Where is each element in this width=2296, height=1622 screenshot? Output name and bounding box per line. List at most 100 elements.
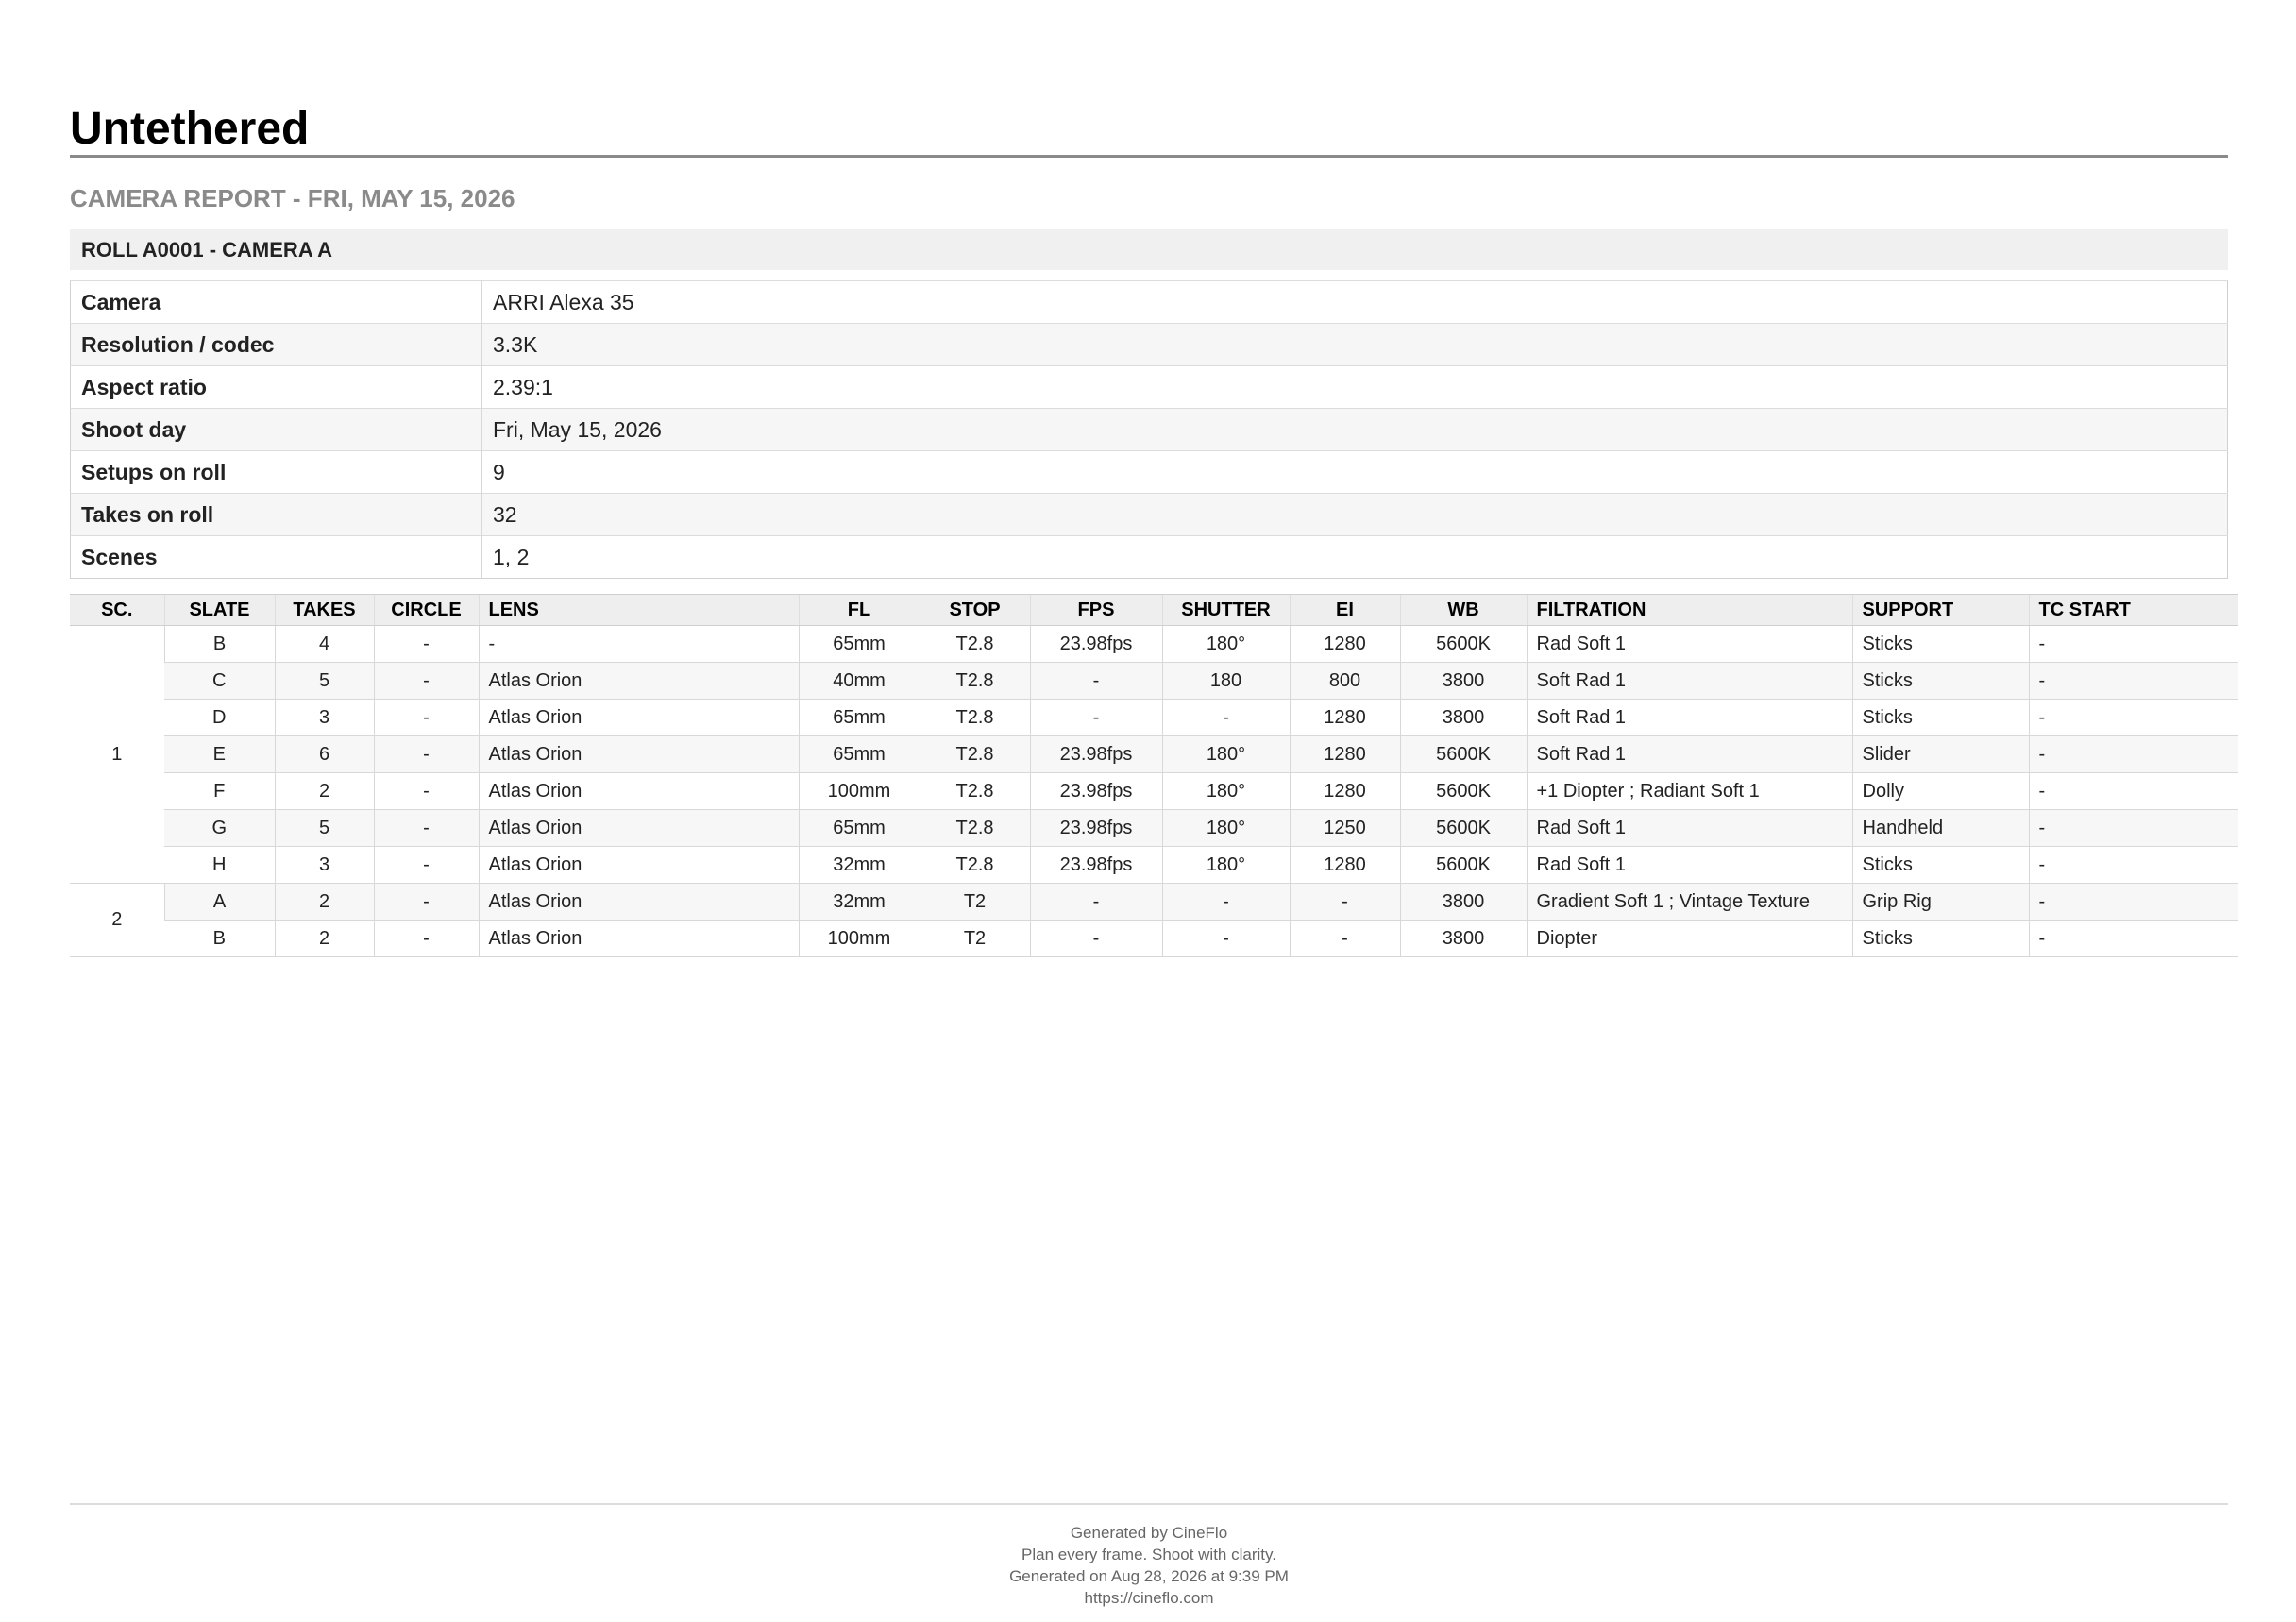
column-header: EI: [1289, 594, 1400, 626]
table-cell: Atlas Orion: [478, 920, 799, 957]
table-cell: 180°: [1161, 772, 1290, 810]
table-cell: 3800: [1399, 883, 1527, 921]
table-cell: -: [373, 662, 479, 700]
table-cell: 65mm: [798, 809, 920, 847]
info-label: Resolution / codec: [70, 323, 482, 366]
table-row: G 5- Atlas Orion 65mm T2.8 23.98fps 180° 1250 56…: [70, 809, 2238, 847]
table-cell: 180°: [1161, 735, 1290, 773]
table-cell: Atlas Orion: [478, 699, 799, 736]
table-cell: Rad Soft 1: [1526, 846, 1852, 884]
table-cell: 65mm: [798, 699, 920, 736]
table-cell: B: [164, 920, 275, 957]
table-cell: E: [164, 735, 275, 773]
table-cell: Soft Rad 1: [1526, 735, 1852, 773]
table-cell: -: [373, 846, 479, 884]
table-cell: 180°: [1161, 846, 1290, 884]
table-cell: T2: [919, 920, 1030, 957]
table-cell: -: [373, 772, 479, 810]
table-cell: 2: [274, 883, 374, 921]
report-title: CAMERA REPORT - FRI, MAY 15, 2026: [70, 184, 515, 212]
table-cell: Atlas Orion: [478, 662, 799, 700]
table-cell: 180°: [1161, 809, 1290, 847]
info-value: 2.39:1: [481, 365, 2228, 409]
table-cell: H: [164, 846, 275, 884]
table-cell: T2: [919, 883, 1030, 921]
info-value: 3.3K: [481, 323, 2228, 366]
table-row: 2 A 2- Atlas Orion 32mm T2- - -3800 Gradient Sof…: [70, 883, 2238, 957]
table-cell: 5600K: [1399, 735, 1527, 773]
table-cell: T2.8: [919, 772, 1030, 810]
table-cell: 1280: [1289, 846, 1400, 884]
info-row: Aspect ratio 2.39:1: [70, 365, 2228, 409]
table-cell: -: [1289, 883, 1400, 921]
table-cell: 5600K: [1399, 846, 1527, 884]
scene-number: 2: [70, 883, 164, 957]
table-cell: -: [1029, 699, 1162, 736]
footer-tagline: Plan every frame. Shoot with clarity.: [1021, 1546, 1276, 1563]
footer-url[interactable]: https://cineflo.com: [70, 1587, 2228, 1609]
table-cell: Slider: [1851, 735, 2029, 773]
column-header: SC.: [70, 594, 164, 626]
info-row: Resolution / codec 3.3K: [70, 323, 2228, 366]
column-header: FL: [798, 594, 920, 626]
table-cell: Sticks: [1851, 662, 2029, 700]
info-label: Setups on roll: [70, 450, 482, 494]
table-cell: T2.8: [919, 699, 1030, 736]
table-cell: F: [164, 772, 275, 810]
table-cell: -: [2028, 662, 2238, 700]
table-cell: -: [2028, 809, 2238, 847]
shot-log-table: SC. SLATE TAKES CIRCLE LENS FL STOP FPS SHUTTER E…: [70, 594, 2238, 957]
table-cell: -: [1029, 883, 1162, 921]
info-value: ARRI Alexa 35: [481, 280, 2228, 324]
info-label: Takes on roll: [70, 493, 482, 536]
info-value: Fri, May 15, 2026: [481, 408, 2228, 451]
table-cell: -: [1161, 920, 1290, 957]
table-cell: 5: [274, 809, 374, 847]
table-cell: -: [373, 699, 479, 736]
table-cell: -: [1289, 920, 1400, 957]
table-cell: -: [2028, 772, 2238, 810]
table-cell: 5600K: [1399, 625, 1527, 663]
table-cell: 5600K: [1399, 772, 1527, 810]
table-cell: 100mm: [798, 920, 920, 957]
info-value: 9: [481, 450, 2228, 494]
table-cell: -: [2028, 920, 2238, 957]
table-cell: +1 Diopter ; Radiant Soft 1: [1526, 772, 1852, 810]
table-cell: 32mm: [798, 883, 920, 921]
info-row: Takes on roll 32: [70, 493, 2228, 536]
table-cell: 23.98fps: [1029, 809, 1162, 847]
table-cell: 2: [274, 772, 374, 810]
footer-generated-by: Generated by CineFlo: [1070, 1524, 1228, 1542]
table-cell: 32mm: [798, 846, 920, 884]
table-cell: T2.8: [919, 809, 1030, 847]
table-cell: B: [163, 625, 275, 663]
table-cell: T2.8: [919, 625, 1030, 663]
table-cell: -: [1029, 662, 1162, 700]
camera-report-page: Untethered CAMERA REPORT - FRI, MAY 15, …: [70, 104, 2238, 957]
column-header: SLATE: [163, 594, 275, 626]
table-cell: Soft Rad 1: [1526, 662, 1852, 700]
info-label: Shoot day: [70, 408, 482, 451]
table-cell: -: [373, 883, 479, 921]
table-cell: -: [373, 735, 479, 773]
production-title: Untethered: [70, 104, 2228, 158]
table-cell: -: [2028, 699, 2238, 736]
table-cell: 23.98fps: [1029, 846, 1162, 884]
table-row: F 2- Atlas Orion 100mm T2.8 23.98fps 180° 1280 5…: [70, 772, 2238, 810]
table-cell: Atlas Orion: [478, 772, 799, 810]
table-cell: -: [1161, 883, 1290, 921]
table-cell: 3800: [1399, 662, 1527, 700]
table-cell: D: [164, 699, 275, 736]
info-row: Shoot day Fri, May 15, 2026: [70, 408, 2228, 451]
table-cell: -: [1029, 920, 1162, 957]
table-cell: 65mm: [798, 735, 920, 773]
table-cell: 180°: [1161, 625, 1290, 663]
table-cell: 3800: [1399, 699, 1527, 736]
table-cell: 1250: [1289, 809, 1400, 847]
table-cell: Rad Soft 1: [1526, 809, 1852, 847]
table-cell: -: [2028, 735, 2238, 773]
roll-info-table: Camera ARRI Alexa 35 Resolution / codec 3.3…: [70, 280, 2228, 579]
table-row: D 3- Atlas Orion 65mm T2.8- -1280 3800 Soft Rad…: [70, 699, 2238, 736]
table-cell: Handheld: [1851, 809, 2029, 847]
table-cell: G: [164, 809, 275, 847]
